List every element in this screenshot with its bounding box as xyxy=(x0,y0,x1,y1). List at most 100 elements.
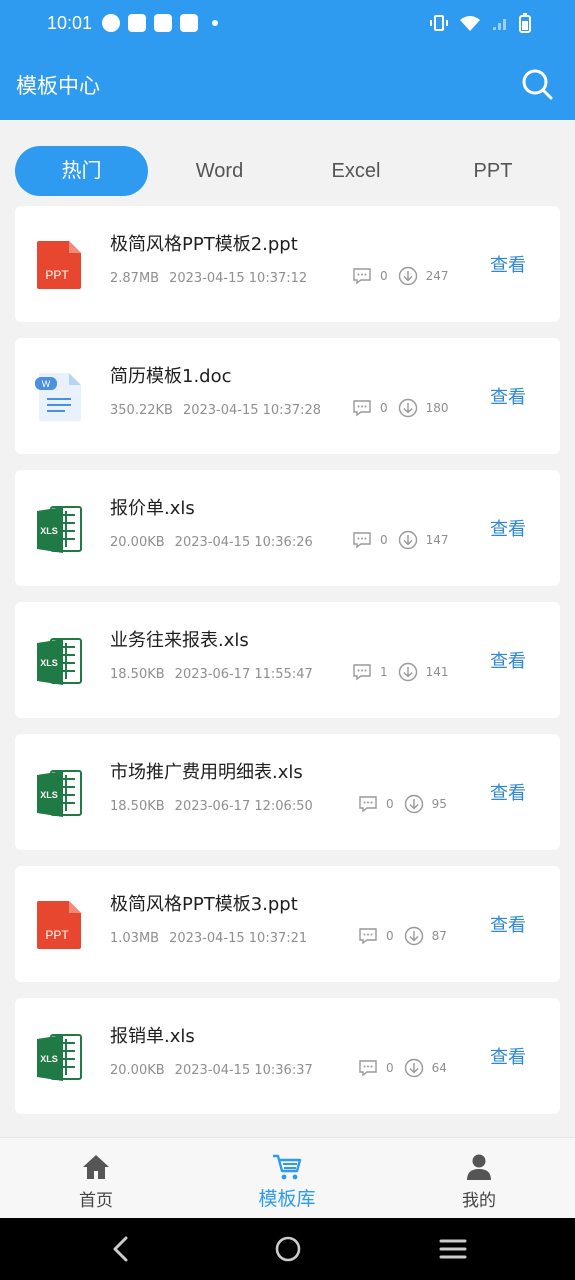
file-stats: 0 180 xyxy=(352,398,459,418)
file-meta: 1.03MB 2023-04-15 10:37:21 xyxy=(110,931,307,946)
download-count: 64 xyxy=(431,1061,447,1075)
status-bar: 10:01 xyxy=(0,0,575,48)
file-date: 2023-04-15 10:37:21 xyxy=(169,931,308,946)
file-name: 报价单.xls xyxy=(110,498,195,519)
page-title: 模板中心 xyxy=(16,74,100,98)
xls-file-icon: XLS xyxy=(37,1034,82,1081)
file-name: 极简风格PPT模板3.ppt xyxy=(110,894,298,915)
list-item[interactable]: XLS 报价单.xls 20.00KB 2023-04-15 10:36:26 0… xyxy=(15,470,560,586)
comment-count: 0 xyxy=(386,929,394,943)
file-size: 2.87MB xyxy=(110,271,160,286)
tab-word[interactable]: Word xyxy=(152,146,287,196)
list-item[interactable]: W 简历模板1.doc 350.22KB 2023-04-15 10:37:28 … xyxy=(15,338,560,454)
app-bar: 模板中心 xyxy=(0,48,575,120)
system-nav-bar xyxy=(0,1218,575,1280)
signal-icon xyxy=(493,19,506,30)
shopping-bag-icon xyxy=(154,14,172,32)
comment-icon xyxy=(353,664,371,681)
view-button[interactable]: 查看 xyxy=(490,779,526,805)
file-meta: 350.22KB 2023-04-15 10:37:28 xyxy=(110,403,321,418)
comment-icon xyxy=(359,1060,377,1077)
svg-text:PPT: PPT xyxy=(45,928,69,942)
cart-icon xyxy=(273,1154,302,1180)
file-size: 18.50KB xyxy=(110,799,165,814)
comment-icon xyxy=(353,400,371,417)
file-size: 1.03MB xyxy=(110,931,160,946)
xls-file-icon: XLS xyxy=(37,506,82,553)
view-button[interactable]: 查看 xyxy=(490,911,526,937)
comment-icon xyxy=(353,268,371,285)
download-count: 247 xyxy=(425,269,449,283)
file-size: 20.00KB xyxy=(110,1063,165,1078)
recents-menu-icon[interactable] xyxy=(438,1234,468,1264)
nav-home[interactable]: 首页 xyxy=(36,1138,156,1219)
download-icon xyxy=(404,926,423,946)
comment-count: 1 xyxy=(380,665,388,679)
download-count: 180 xyxy=(425,401,449,415)
file-date: 2023-04-15 10:37:12 xyxy=(169,271,308,286)
svg-text:XLS: XLS xyxy=(40,526,58,536)
svg-text:PPT: PPT xyxy=(45,268,69,282)
download-icon xyxy=(398,530,417,550)
file-stats: 0 95 xyxy=(358,794,457,814)
file-stats: 0 247 xyxy=(352,266,459,286)
nav-home-label: 首页 xyxy=(79,1191,113,1211)
download-count: 87 xyxy=(431,929,447,943)
notification-icons xyxy=(102,14,218,32)
back-icon[interactable] xyxy=(107,1234,137,1264)
wifi-icon xyxy=(460,16,480,31)
file-meta: 18.50KB 2023-06-17 11:55:47 xyxy=(110,667,313,682)
user-icon xyxy=(467,1154,491,1180)
tab-ppt[interactable]: PPT xyxy=(425,146,561,196)
download-icon xyxy=(398,398,417,418)
nav-mine-label: 我的 xyxy=(462,1191,496,1211)
list-item[interactable]: XLS 业务往来报表.xls 18.50KB 2023-06-17 11:55:4… xyxy=(15,602,560,718)
download-icon xyxy=(404,794,423,814)
file-size: 20.00KB xyxy=(110,535,165,550)
svg-text:XLS: XLS xyxy=(40,658,58,668)
doc-file-icon: W xyxy=(35,373,81,421)
svg-text:W: W xyxy=(42,379,51,389)
ppt-file-icon: PPT xyxy=(37,901,81,949)
view-button[interactable]: 查看 xyxy=(490,251,526,277)
tab-excel[interactable]: Excel xyxy=(288,146,424,196)
file-date: 2023-06-17 11:55:47 xyxy=(174,667,313,682)
file-name: 报销单.xls xyxy=(110,1026,195,1047)
nav-mine[interactable]: 我的 xyxy=(419,1138,539,1219)
file-name: 市场推广费用明细表.xls xyxy=(110,762,303,783)
file-date: 2023-06-17 12:06:50 xyxy=(174,799,313,814)
xls-file-icon: XLS xyxy=(37,770,82,817)
file-name: 业务往来报表.xls xyxy=(110,630,249,651)
home-icon xyxy=(83,1155,109,1179)
download-count: 95 xyxy=(431,797,447,811)
tab-hot[interactable]: 热门 xyxy=(15,146,148,196)
comment-count: 0 xyxy=(380,401,388,415)
list-item[interactable]: PPT 极简风格PPT模板2.ppt 2.87MB 2023-04-15 10:3… xyxy=(15,206,560,322)
comment-count: 0 xyxy=(386,797,394,811)
download-icon xyxy=(398,266,417,286)
ppt-file-icon: PPT xyxy=(37,241,81,289)
view-button[interactable]: 查看 xyxy=(490,647,526,673)
download-icon xyxy=(404,1058,423,1078)
file-date: 2023-04-15 10:36:37 xyxy=(174,1063,313,1078)
status-time: 10:01 xyxy=(47,13,93,33)
view-button[interactable]: 查看 xyxy=(490,383,526,409)
view-button[interactable]: 查看 xyxy=(490,515,526,541)
file-name: 极简风格PPT模板2.ppt xyxy=(110,234,298,255)
view-button[interactable]: 查看 xyxy=(490,1043,526,1069)
battery-icon xyxy=(519,13,531,33)
comment-count: 0 xyxy=(380,533,388,547)
list-item[interactable]: XLS 市场推广费用明细表.xls 18.50KB 2023-06-17 12:0… xyxy=(15,734,560,850)
shopping-bag-icon xyxy=(180,14,198,32)
comment-count: 0 xyxy=(380,269,388,283)
home-circle-icon[interactable] xyxy=(273,1234,303,1264)
list-item[interactable]: PPT 极简风格PPT模板3.ppt 1.03MB 2023-04-15 10:3… xyxy=(15,866,560,982)
nav-template-library[interactable]: 模板库 xyxy=(227,1138,347,1219)
search-icon[interactable] xyxy=(521,68,553,100)
shopping-bag-icon xyxy=(128,14,146,32)
comment-icon xyxy=(353,532,371,549)
list-item[interactable]: XLS 报销单.xls 20.00KB 2023-04-15 10:36:37 0… xyxy=(15,998,560,1114)
file-meta: 2.87MB 2023-04-15 10:37:12 xyxy=(110,271,307,286)
file-name: 简历模板1.doc xyxy=(110,366,232,387)
speedometer-icon xyxy=(102,14,120,32)
